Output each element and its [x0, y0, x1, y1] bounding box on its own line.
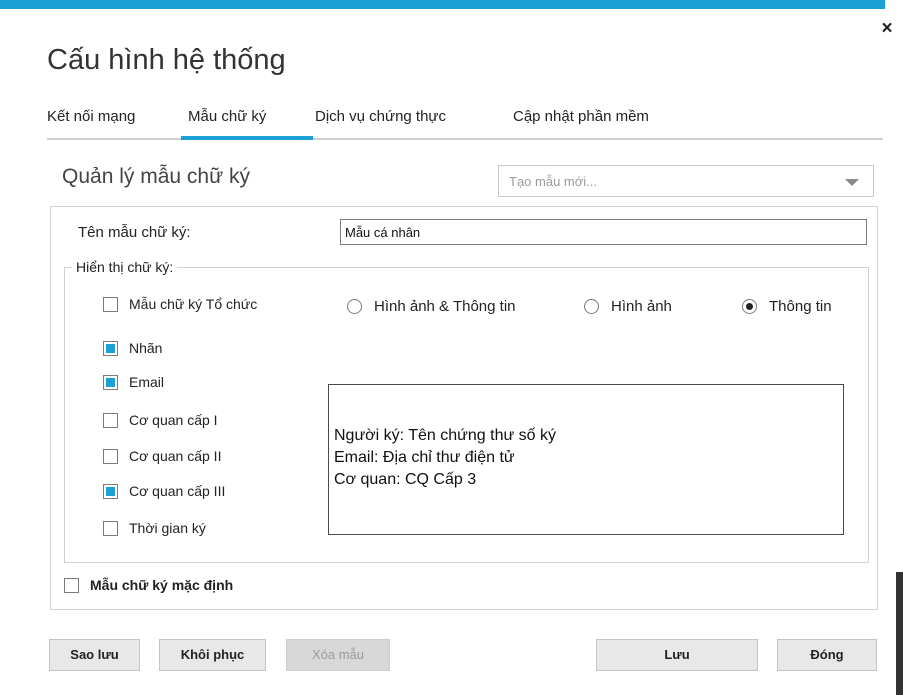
- backup-button[interactable]: Sao lưu: [49, 639, 140, 671]
- tab-network[interactable]: Kết nối mạng: [47, 108, 135, 125]
- preview-email-line: Email: Địa chỉ thư điện tử: [334, 449, 515, 466]
- radio-dot-selected: [742, 299, 757, 314]
- tab-software-update[interactable]: Cập nhật phần mềm: [513, 108, 649, 125]
- active-tab-indicator: [181, 136, 313, 140]
- radio-image-label: Hình ảnh: [611, 298, 672, 315]
- checkbox-box: [103, 448, 118, 464]
- checkbox-email-label: Email: [129, 374, 165, 390]
- checkbox-agency-level-1-label: Cơ quan cấp I: [129, 412, 218, 428]
- tab-bar: Kết nối mạng Mẫu chữ ký Dịch vụ chứng th…: [47, 108, 883, 140]
- save-button[interactable]: Lưu: [596, 639, 758, 671]
- checkbox-label-field-label: Nhãn: [129, 340, 163, 356]
- radio-dot: [584, 299, 599, 314]
- delete-template-button[interactable]: Xóa mẫu: [286, 639, 390, 671]
- checkbox-email[interactable]: Email: [103, 374, 164, 390]
- checkbox-signing-time[interactable]: Thời gian ký: [103, 520, 206, 536]
- tab-certification-service[interactable]: Dịch vụ chứng thực: [315, 108, 446, 125]
- tab-signature-template[interactable]: Mẫu chữ ký: [188, 108, 266, 125]
- checkbox-box: [103, 296, 118, 312]
- checkbox-box-checked: [103, 374, 118, 390]
- preview-signer-line: Người ký: Tên chứng thư số ký: [334, 427, 556, 444]
- checkbox-box: [64, 577, 79, 593]
- checkbox-agency-level-2[interactable]: Cơ quan cấp II: [103, 448, 221, 464]
- default-template-label: Mẫu chữ ký mặc định: [90, 577, 234, 593]
- checkbox-box: [103, 412, 118, 428]
- checkbox-agency-level-2-label: Cơ quan cấp II: [129, 448, 222, 464]
- close-icon[interactable]: ×: [878, 18, 896, 40]
- close-button[interactable]: Đóng: [777, 639, 877, 671]
- radio-info-label: Thông tin: [769, 298, 832, 315]
- display-options-legend: Hiển thị chữ ký:: [72, 259, 178, 275]
- preview-agency-line: Cơ quan: CQ Cấp 3: [334, 471, 477, 488]
- org-template-checkbox[interactable]: Mẫu chữ ký Tổ chức: [103, 296, 257, 312]
- background-window-edge: [896, 572, 903, 695]
- checkbox-label-field[interactable]: Nhãn: [103, 340, 162, 356]
- tab-divider: [47, 138, 883, 140]
- template-name-label: Tên mẫu chữ ký:: [78, 224, 191, 241]
- chevron-down-icon: [845, 179, 859, 186]
- checkbox-box-checked: [103, 483, 118, 499]
- default-template-checkbox[interactable]: Mẫu chữ ký mặc định: [64, 577, 233, 593]
- window-title: Cấu hình hệ thống: [47, 44, 286, 76]
- checkbox-agency-level-3[interactable]: Cơ quan cấp III: [103, 483, 225, 499]
- radio-image-and-info[interactable]: Hình ảnh & Thông tin: [347, 298, 516, 315]
- checkbox-box-checked: [103, 340, 118, 356]
- checkbox-agency-level-3-label: Cơ quan cấp III: [129, 483, 226, 499]
- template-name-input[interactable]: [340, 219, 867, 245]
- radio-image[interactable]: Hình ảnh: [584, 298, 672, 315]
- org-template-label: Mẫu chữ ký Tổ chức: [129, 296, 258, 312]
- signature-preview: Người ký: Tên chứng thư số ký Email: Địa…: [328, 384, 844, 535]
- title-accent-bar: [0, 0, 885, 9]
- checkbox-signing-time-label: Thời gian ký: [129, 520, 206, 536]
- radio-dot: [347, 299, 362, 314]
- template-dropdown-placeholder: Tạo mẫu mới...: [509, 174, 597, 189]
- radio-info[interactable]: Thông tin: [742, 298, 832, 315]
- checkbox-agency-level-1[interactable]: Cơ quan cấp I: [103, 412, 218, 428]
- section-title: Quản lý mẫu chữ ký: [62, 165, 250, 188]
- template-dropdown[interactable]: Tạo mẫu mới...: [498, 165, 874, 197]
- restore-button[interactable]: Khôi phục: [159, 639, 266, 671]
- checkbox-box: [103, 520, 118, 536]
- radio-image-and-info-label: Hình ảnh & Thông tin: [374, 298, 516, 315]
